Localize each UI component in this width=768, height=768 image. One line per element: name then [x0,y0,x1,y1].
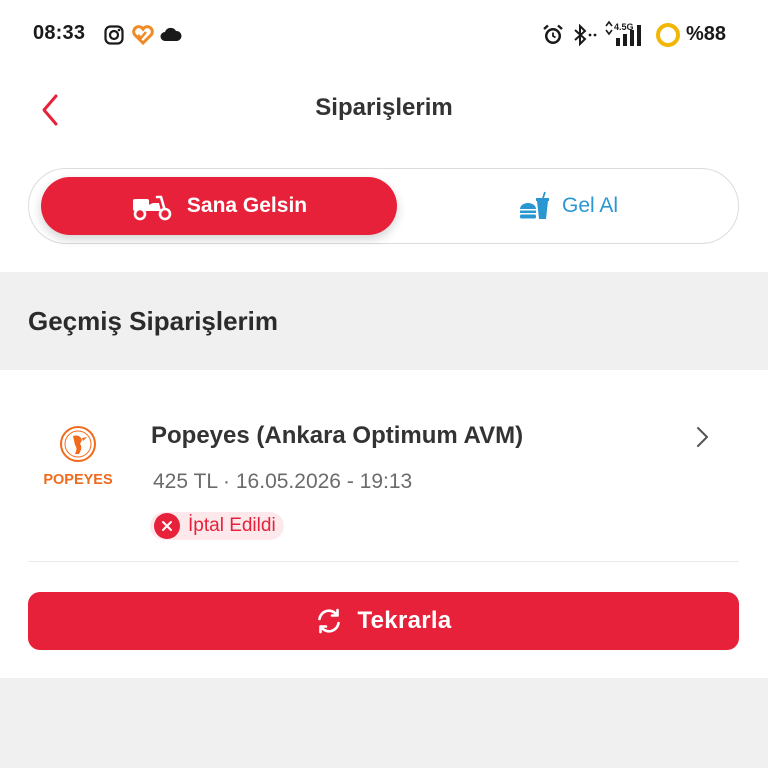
tab-sana-gelsin-label: Sana Gelsin [186,194,308,217]
status-text: İptal Edildi [188,515,276,536]
refresh-icon [318,608,341,634]
restaurant-name[interactable]: Popeyes (Ankara Optimum AVM) [151,422,523,450]
instagram-icon [104,25,124,45]
popeyes-logo-text: POPEYES [43,472,113,488]
alarm-icon [543,24,563,44]
cancel-x-icon [154,513,180,539]
page-title: Siparişlerim [315,94,453,121]
order-meta: 425 TL · 16.05.2026 - 19:13 [153,470,413,493]
page-bottom-background [0,678,768,768]
scooter-icon [132,195,172,221]
battery-percentage: %88 [686,23,727,45]
status-badge: İptal Edildi [150,512,284,540]
cloud-icon [160,27,182,41]
battery-ring-icon [656,23,680,47]
reorder-button-label: Tekrarla [357,607,452,634]
divider [28,561,739,562]
heart-app-icon [132,25,154,45]
chevron-right-icon[interactable] [692,424,712,450]
tab-gel-al-label: Gel Al [561,194,619,217]
status-time: 08:33 [33,22,86,44]
delivery-mode-toggle: Sana Gelsin Gel Al [28,168,739,244]
popeyes-logo: POPEYES [43,426,113,488]
tab-sana-gelsin[interactable]: Sana Gelsin [41,177,397,235]
tab-gel-al[interactable]: Gel Al [409,177,727,235]
takeaway-food-icon [519,191,549,219]
reorder-button[interactable]: Tekrarla [28,592,739,650]
signal-icon: 4.5G [605,20,641,46]
section-title: Geçmiş Siparişlerim [28,306,279,336]
status-bar: 08:33 4.5G %88 [0,0,768,70]
bluetooth-icon [574,24,597,46]
